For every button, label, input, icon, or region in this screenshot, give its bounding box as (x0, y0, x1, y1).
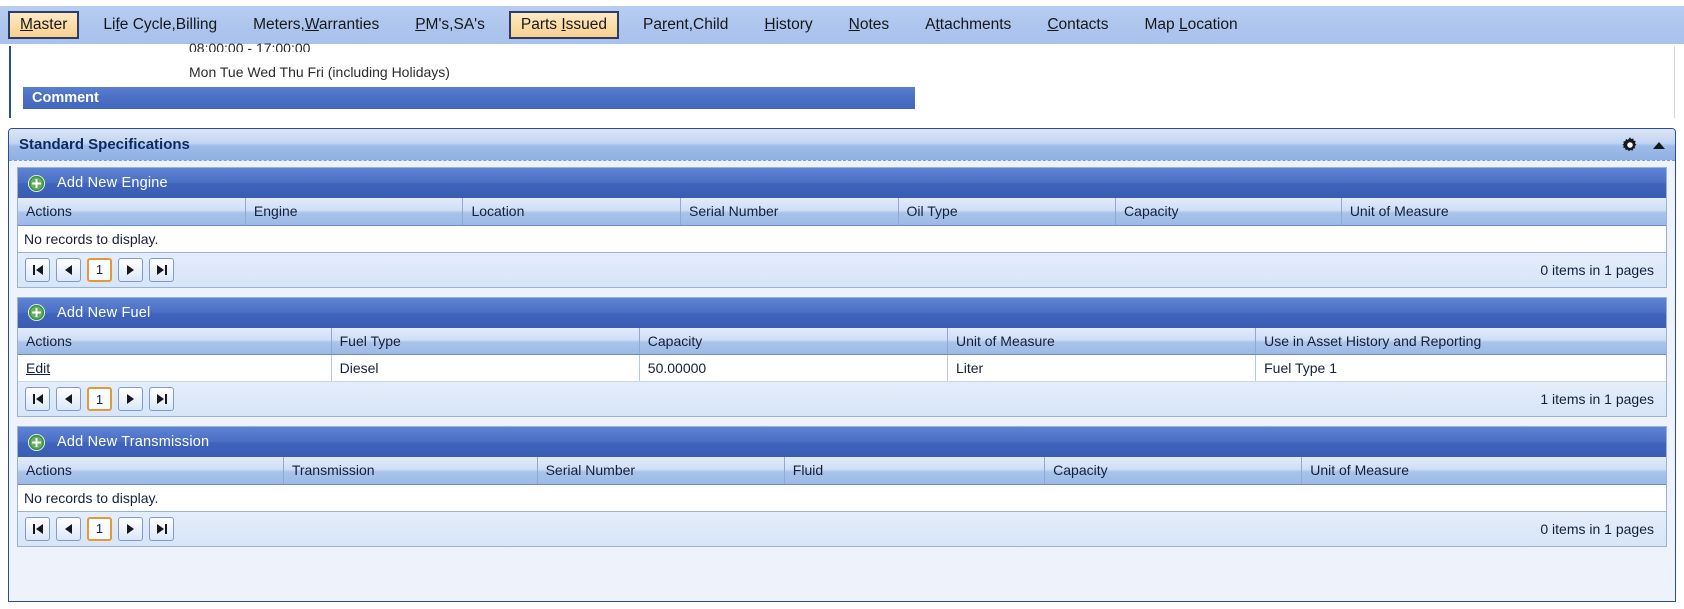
table-header-row: Actions Fuel Type Capacity Unit of Measure U… (18, 327, 1666, 355)
first-page-button[interactable] (25, 257, 50, 282)
column-header-unit-of-measure[interactable]: Unit of Measure (947, 327, 1257, 355)
fuel-table: Actions Fuel Type Capacity Unit of Measure U… (18, 327, 1666, 382)
pager-item-count: 0 items in 1 pages (1540, 520, 1654, 537)
standard-specifications-body: Add New Engine Actions Engine Location Seria… (9, 161, 1675, 547)
column-header-fuel-type[interactable]: Fuel Type (331, 327, 640, 355)
current-page-button[interactable]: 1 (87, 257, 112, 282)
transmission-table: Actions Transmission Serial Number Fluid Cap… (18, 457, 1666, 485)
plus-circle-icon (27, 174, 46, 192)
column-header-serial-number[interactable]: Serial Number (537, 457, 785, 485)
add-new-fuel-label: Add New Fuel (57, 304, 151, 321)
table-cell: Liter (947, 354, 1257, 382)
add-new-fuel-button[interactable]: Add New Fuel (18, 297, 1666, 328)
tab-life-cycle-billing[interactable]: Life Cycle,Billing (91, 11, 229, 39)
column-header-unit-of-measure[interactable]: Unit of Measure (1301, 457, 1666, 485)
actions-cell: Edit (18, 354, 332, 382)
current-page-button[interactable]: 1 (87, 516, 112, 541)
tab-parts-issued[interactable]: Parts Issued (508, 11, 620, 39)
table-row: Edit Diesel 50.00000 Liter Fuel Type 1 (18, 354, 1666, 382)
column-header-location[interactable]: Location (462, 198, 681, 226)
next-page-button[interactable] (118, 257, 143, 282)
schedule-days: Mon Tue Wed Thu Fri (including Holidays) (189, 64, 450, 80)
last-page-button[interactable] (149, 257, 174, 282)
edit-link[interactable]: Edit (26, 360, 50, 376)
tab-contacts[interactable]: Contacts (1035, 11, 1120, 39)
tab-meters-warranties[interactable]: Meters,Warranties (241, 11, 391, 39)
first-page-button[interactable] (25, 387, 50, 411)
first-page-button[interactable] (25, 516, 50, 541)
column-header-actions[interactable]: Actions (18, 327, 332, 355)
no-records-message: No records to display. (18, 484, 1666, 512)
table-cell: Fuel Type 1 (1255, 354, 1666, 382)
previous-page-button[interactable] (56, 257, 81, 282)
table-cell: 50.00000 (639, 354, 948, 382)
current-page-button[interactable]: 1 (87, 387, 112, 411)
column-header-capacity[interactable]: Capacity (639, 327, 948, 355)
column-header-oil-type[interactable]: Oil Type (898, 198, 1117, 226)
panel-tools (1621, 129, 1665, 161)
standard-specifications-panel: Standard Specifications Add New Engine Ac… (8, 128, 1676, 602)
table-cell: Diesel (331, 354, 640, 382)
column-header-transmission[interactable]: Transmission (283, 457, 538, 485)
column-header-actions[interactable]: Actions (18, 198, 246, 226)
column-header-unit-of-measure[interactable]: Unit of Measure (1341, 198, 1666, 226)
next-page-button[interactable] (118, 516, 143, 541)
tab-notes[interactable]: Notes (837, 11, 902, 39)
pager-item-count: 1 items in 1 pages (1540, 391, 1654, 407)
pager-item-count: 0 items in 1 pages (1540, 261, 1654, 278)
column-header-actions[interactable]: Actions (18, 457, 284, 485)
column-header-use-in-asset-history-and-reporting[interactable]: Use in Asset History and Reporting (1255, 327, 1666, 355)
page-body: 08:00:00 - 17:00:00 Mon Tue Wed Thu Fri … (0, 40, 1684, 609)
page-title: Standard Specifications (19, 136, 190, 153)
tab-attachments[interactable]: Attachments (913, 11, 1023, 39)
collapse-panel-icon[interactable] (1653, 141, 1665, 149)
gear-icon[interactable] (1621, 136, 1639, 154)
engine-pager: 1 0 items in 1 pages (18, 252, 1666, 287)
no-records-message: No records to display. (18, 225, 1666, 253)
plus-circle-icon (27, 433, 46, 451)
previous-page-button[interactable] (56, 516, 81, 541)
fuel-pager: 1 1 items in 1 pages (18, 382, 1666, 416)
transmission-pager: 1 0 items in 1 pages (18, 511, 1666, 546)
transmission-grid: Add New Transmission Actions Transmission S… (17, 426, 1667, 547)
comment-label: Comment (32, 90, 99, 106)
comment-section-header: Comment (23, 87, 915, 109)
engine-grid: Add New Engine Actions Engine Location Seria… (17, 167, 1667, 288)
standard-specifications-header: Standard Specifications (9, 129, 1675, 161)
column-header-fluid[interactable]: Fluid (784, 457, 1046, 485)
add-new-engine-label: Add New Engine (57, 175, 168, 191)
last-page-button[interactable] (149, 387, 174, 411)
tab-parent-child[interactable]: Parent,Child (631, 11, 740, 39)
schedule-panel: 08:00:00 - 17:00:00 Mon Tue Wed Thu Fri … (9, 40, 1675, 118)
column-header-capacity[interactable]: Capacity (1115, 198, 1342, 226)
table-header-row: Actions Transmission Serial Number Fluid Cap… (18, 457, 1666, 485)
tab-history[interactable]: History (752, 11, 824, 39)
previous-page-button[interactable] (56, 387, 81, 411)
add-new-engine-button[interactable]: Add New Engine (18, 168, 1666, 198)
table-header-row: Actions Engine Location Serial Number Oil Ty… (18, 198, 1666, 226)
fuel-grid: Add New Fuel Actions Fuel Type Capacity Unit… (17, 296, 1667, 417)
last-page-button[interactable] (149, 516, 174, 541)
engine-table: Actions Engine Location Serial Number Oil Ty… (18, 198, 1666, 226)
column-header-engine[interactable]: Engine (245, 198, 464, 226)
column-header-serial-number[interactable]: Serial Number (680, 198, 899, 226)
tab-master[interactable]: Master (8, 11, 80, 39)
tab-map-location[interactable]: Map Location (1133, 11, 1250, 39)
tab-pm-s-sa-s[interactable]: PM's,SA's (403, 11, 497, 39)
tab-bar: Master Life Cycle,Billing Meters,Warrantie… (0, 6, 1684, 44)
next-page-button[interactable] (118, 387, 143, 411)
column-header-capacity[interactable]: Capacity (1044, 457, 1303, 485)
add-new-transmission-button[interactable]: Add New Transmission (18, 427, 1666, 457)
plus-circle-icon (27, 303, 46, 322)
add-new-transmission-label: Add New Transmission (57, 434, 210, 450)
schedule-hours: 08:00:00 - 17:00:00 (189, 40, 311, 52)
